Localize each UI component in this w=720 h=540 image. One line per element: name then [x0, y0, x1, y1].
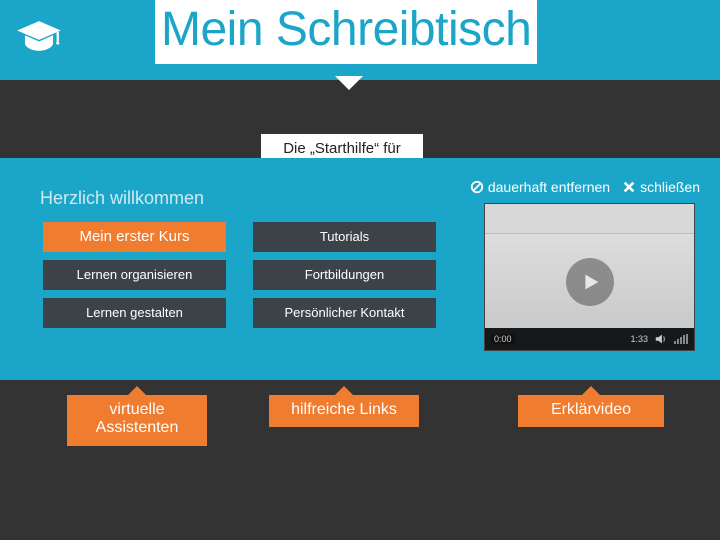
annotation-left: virtuelle Assistenten	[67, 395, 207, 446]
video-current-time: 0:00	[491, 334, 515, 344]
video-thumbnail-top	[485, 204, 694, 234]
panel-actions: dauerhaft entfernen schließen	[470, 179, 700, 195]
btn-persoenlicher-kontakt[interactable]: Persönlicher Kontakt	[253, 298, 436, 328]
no-entry-icon	[470, 180, 484, 194]
graduation-cap-icon	[14, 18, 64, 58]
annotation-right-text: Erklärvideo	[551, 401, 631, 418]
video-duration: 1:33	[630, 334, 648, 344]
video-thumbnail-body	[485, 234, 694, 329]
left-column: Mein erster Kurs Lernen organisieren Ler…	[43, 222, 226, 336]
btn-lernen-gestalten[interactable]: Lernen gestalten	[43, 298, 226, 328]
welcome-text: Herzlich willkommen	[40, 188, 204, 209]
annotation-middle: hilfreiche Links	[269, 395, 419, 427]
btn-mein-erster-kurs[interactable]: Mein erster Kurs	[43, 222, 226, 252]
video-controls: 0:00 1:33	[485, 328, 694, 350]
annotation-right: Erklärvideo	[518, 395, 664, 427]
title-pointer	[335, 76, 363, 90]
play-button[interactable]	[566, 258, 614, 306]
close-link[interactable]: schließen	[622, 179, 700, 195]
annotation-left-text: virtuelle Assistenten	[75, 401, 199, 438]
btn-tutorials[interactable]: Tutorials	[253, 222, 436, 252]
annotation-middle-text: hilfreiche Links	[291, 401, 397, 418]
btn-fortbildungen[interactable]: Fortbildungen	[253, 260, 436, 290]
remove-label: dauerhaft entfernen	[488, 179, 610, 195]
close-icon	[622, 180, 636, 194]
callout-line1: Die „Starthilfe“ für	[267, 140, 417, 158]
page-title: Mein Schreibtisch	[155, 0, 537, 64]
explainer-video-player[interactable]: 0:00 1:33	[484, 203, 695, 351]
volume-bars-icon[interactable]	[674, 334, 688, 344]
middle-column: Tutorials Fortbildungen Persönlicher Kon…	[253, 222, 436, 336]
slide-stage: Mein Schreibtisch Die „Starthilfe“ für n…	[0, 0, 720, 540]
btn-lernen-organisieren[interactable]: Lernen organisieren	[43, 260, 226, 290]
close-label: schließen	[640, 179, 700, 195]
remove-permanently-link[interactable]: dauerhaft entfernen	[470, 179, 610, 195]
volume-icon[interactable]	[654, 332, 668, 346]
